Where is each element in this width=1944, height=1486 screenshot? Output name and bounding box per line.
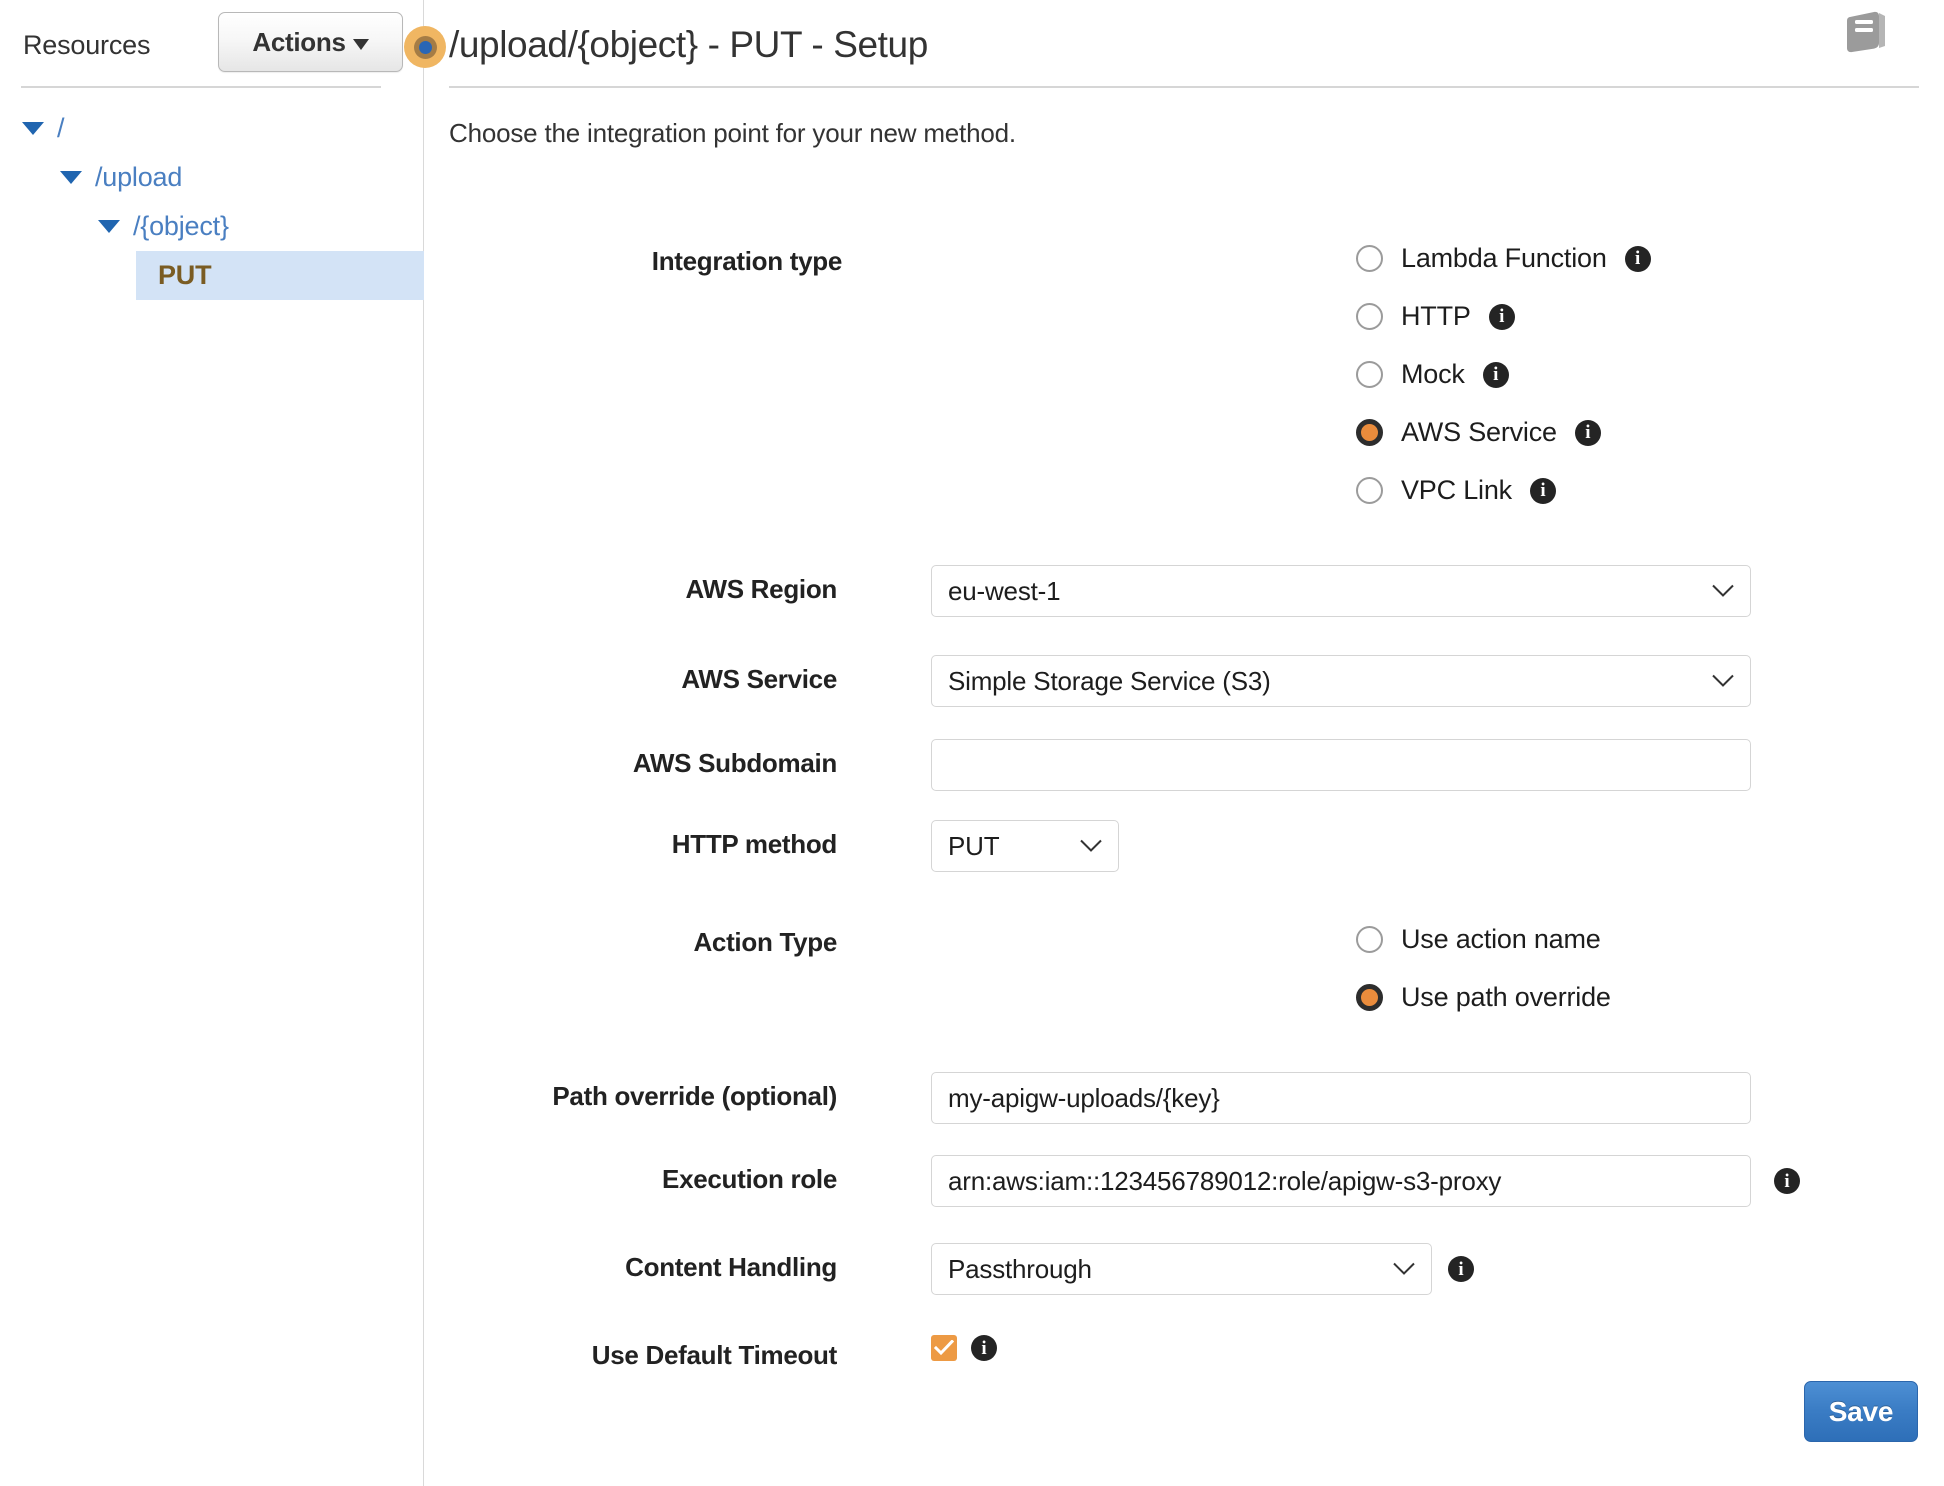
tree-item-upload[interactable]: /upload xyxy=(0,153,424,202)
tree-item-label: PUT xyxy=(158,260,212,290)
aws-service-select[interactable]: Simple Storage Service (S3) xyxy=(931,655,1751,707)
aws-subdomain-input[interactable] xyxy=(931,739,1751,791)
chevron-down-icon xyxy=(352,38,369,50)
radio-icon[interactable] xyxy=(1356,245,1383,272)
method-marker-icon xyxy=(404,26,446,68)
content-handling-value: Passthrough xyxy=(948,1253,1092,1284)
book-icon[interactable] xyxy=(1844,10,1890,54)
chevron-down-icon xyxy=(1080,839,1102,852)
radio-icon[interactable] xyxy=(1356,361,1383,388)
info-icon[interactable]: i xyxy=(1529,477,1556,504)
tree-item-object[interactable]: /{object} xyxy=(0,202,424,251)
method-setup-pane: /upload/{object} - PUT - Setup Choose th… xyxy=(404,0,1944,1486)
api-gateway-method-setup-page: Resources Actions / /upload /{object} PU xyxy=(0,0,1944,1486)
http-method-select[interactable]: PUT xyxy=(931,820,1119,872)
option-label: VPC Link xyxy=(1401,475,1512,505)
integration-type-option-http[interactable]: HTTP i xyxy=(1356,301,1515,332)
aws-subdomain-label: AWS Subdomain xyxy=(632,748,837,778)
option-label: Mock xyxy=(1401,359,1465,389)
tree-item-put-method[interactable]: PUT xyxy=(136,251,424,300)
aws-region-select[interactable]: eu-west-1 xyxy=(931,565,1751,617)
tree-item-label: /{object} xyxy=(133,211,229,241)
option-label: HTTP xyxy=(1401,301,1471,331)
execution-role-value: arn:aws:iam::123456789012:role/apigw-s3-… xyxy=(948,1165,1502,1196)
chevron-down-icon xyxy=(1712,584,1734,597)
caret-down-icon[interactable] xyxy=(60,171,82,184)
integration-type-label: Integration type xyxy=(651,246,843,276)
http-method-label: HTTP method xyxy=(671,829,838,859)
resources-title: Resources xyxy=(23,30,151,60)
checkmark-icon xyxy=(934,1340,954,1356)
option-label: AWS Service xyxy=(1401,417,1557,447)
radio-icon[interactable] xyxy=(1356,477,1383,504)
info-icon[interactable]: i xyxy=(1488,303,1515,330)
save-button[interactable]: Save xyxy=(1804,1381,1918,1442)
integration-type-option-aws-service[interactable]: AWS Service i xyxy=(1356,417,1601,448)
info-icon[interactable]: i xyxy=(1482,361,1509,388)
use-default-timeout-label: Use Default Timeout xyxy=(591,1340,838,1370)
content-handling-select[interactable]: Passthrough xyxy=(931,1243,1432,1295)
action-type-option-use-action-name[interactable]: Use action name xyxy=(1356,924,1601,955)
chevron-down-icon xyxy=(1393,1262,1415,1275)
sidebar-divider xyxy=(21,86,381,88)
actions-button-label: Actions xyxy=(252,26,346,57)
action-type-label: Action Type xyxy=(693,927,837,957)
path-override-input[interactable]: my-apigw-uploads/{key} xyxy=(931,1072,1751,1124)
radio-icon[interactable] xyxy=(1356,984,1383,1011)
info-icon[interactable]: i xyxy=(1574,419,1601,446)
execution-role-input[interactable]: arn:aws:iam::123456789012:role/apigw-s3-… xyxy=(931,1155,1751,1207)
use-default-timeout-checkbox[interactable] xyxy=(931,1335,957,1361)
tree-item-root[interactable]: / xyxy=(0,104,424,153)
tree-item-label: /upload xyxy=(95,162,183,192)
info-icon[interactable]: i xyxy=(971,1335,997,1361)
integration-type-option-mock[interactable]: Mock i xyxy=(1356,359,1509,390)
title-divider xyxy=(449,86,1919,88)
page-title: /upload/{object} - PUT - Setup xyxy=(449,24,928,65)
option-label: Use action name xyxy=(1401,924,1601,954)
integration-type-option-lambda[interactable]: Lambda Function i xyxy=(1356,243,1651,274)
sidebar-header: Resources Actions xyxy=(0,0,424,92)
chevron-down-icon xyxy=(1712,674,1734,687)
page-subtitle: Choose the integration point for your ne… xyxy=(449,118,1016,148)
radio-icon[interactable] xyxy=(1356,419,1383,446)
caret-down-icon[interactable] xyxy=(98,220,120,233)
aws-region-value: eu-west-1 xyxy=(948,575,1061,606)
action-type-option-use-path-override[interactable]: Use path override xyxy=(1356,982,1611,1013)
aws-region-label: AWS Region xyxy=(685,574,837,604)
caret-down-icon[interactable] xyxy=(22,122,44,135)
resource-tree: / /upload /{object} PUT xyxy=(0,104,424,300)
http-method-value: PUT xyxy=(948,830,1000,861)
radio-icon[interactable] xyxy=(1356,303,1383,330)
radio-icon[interactable] xyxy=(1356,926,1383,953)
path-override-label: Path override (optional) xyxy=(552,1081,837,1111)
info-icon[interactable]: i xyxy=(1448,1256,1474,1282)
option-label: Use path override xyxy=(1401,982,1611,1012)
integration-type-option-vpc-link[interactable]: VPC Link i xyxy=(1356,475,1556,506)
execution-role-label: Execution role xyxy=(662,1164,837,1194)
aws-service-value: Simple Storage Service (S3) xyxy=(948,665,1271,696)
tree-item-label: / xyxy=(57,113,65,143)
aws-service-label: AWS Service xyxy=(681,664,837,694)
actions-button[interactable]: Actions xyxy=(218,12,403,72)
info-icon[interactable]: i xyxy=(1774,1168,1800,1194)
path-override-value: my-apigw-uploads/{key} xyxy=(948,1082,1220,1113)
option-label: Lambda Function xyxy=(1401,243,1607,273)
resources-sidebar: Resources Actions / /upload /{object} PU xyxy=(0,0,424,1486)
info-icon[interactable]: i xyxy=(1624,245,1651,272)
content-handling-label: Content Handling xyxy=(625,1252,837,1282)
